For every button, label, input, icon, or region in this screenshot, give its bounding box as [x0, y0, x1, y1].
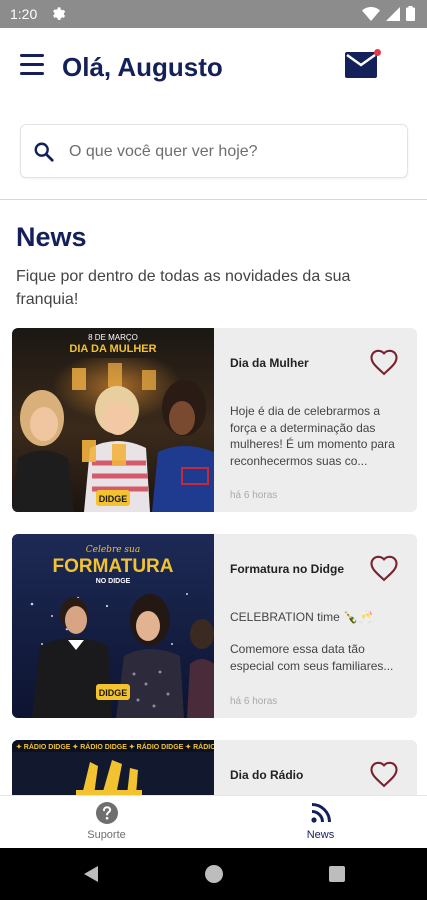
wifi-icon [362, 6, 380, 21]
section-subtitle: Fique por dentro de todas as novidades d… [16, 268, 351, 308]
news-card[interactable]: Celebre sua FORMATURA NO DIDGE DIDGE For… [12, 534, 417, 718]
banner-title: FORMATURA [52, 556, 173, 577]
nav-label-suporte: Suporte [87, 829, 126, 841]
greeting-title: Olá, Augusto [62, 52, 223, 82]
help-circle-icon [95, 802, 118, 824]
recent-apps-square-icon[interactable] [329, 866, 345, 882]
didge-logo: DIDGE [99, 688, 128, 698]
home-circle-icon[interactable] [205, 865, 223, 883]
bottom-navigation: Suporte News [0, 795, 427, 848]
nav-item-suporte[interactable]: Suporte [0, 796, 213, 849]
search-box[interactable] [20, 124, 408, 178]
mail-notification-button[interactable] [345, 49, 381, 78]
heart-icon[interactable] [369, 760, 399, 788]
nav-label-news: News [306, 829, 335, 841]
hamburger-menu-icon[interactable] [20, 54, 44, 76]
banner-script: Celebre sua [86, 545, 140, 555]
banner-strip: ✦ RÁDIO DIDGE ✦ RÁDIO DIDGE ✦ RÁDIO DIDG… [16, 742, 214, 751]
section-title: News [16, 222, 87, 252]
news-title: Dia da Mulher [230, 356, 309, 370]
notification-dot [374, 49, 381, 56]
header-divider [0, 199, 427, 200]
didge-logo: DIDGE [99, 494, 128, 504]
news-title: Formatura no Didge [230, 562, 345, 576]
battery-icon [406, 6, 415, 21]
search-input[interactable] [69, 135, 389, 169]
search-icon [34, 142, 54, 162]
news-time: há 6 horas [230, 490, 278, 501]
news-image-dia-da-mulher: DIDGE 8 DE MARÇO DIA DA MULHER [12, 328, 214, 512]
rss-feed-icon [310, 803, 331, 823]
status-bar: 1:20 [0, 0, 427, 28]
cell-signal-icon [386, 6, 400, 21]
system-navigation-bar [0, 848, 427, 900]
news-body: Comemore essa data tão especial com seus… [230, 642, 394, 673]
banner-date: 8 DE MARÇO [88, 333, 138, 342]
status-time: 1:20 [10, 6, 38, 22]
heart-icon[interactable] [369, 554, 399, 582]
banner-subtitle: NO DIDGE [96, 578, 131, 585]
settings-gear-icon [53, 7, 66, 20]
app-header: Olá, Augusto [0, 28, 427, 110]
news-body: CELEBRATION time 🍾🥂 [230, 610, 374, 624]
news-time: há 6 horas [230, 696, 278, 707]
envelope-icon [345, 52, 377, 78]
status-icons [362, 6, 415, 21]
heart-icon[interactable] [369, 348, 399, 376]
news-title: Dia do Rádio [230, 768, 304, 782]
nav-item-news[interactable]: News [214, 796, 427, 849]
news-image-formatura: Celebre sua FORMATURA NO DIDGE DIDGE [12, 534, 214, 718]
banner-title: DIA DA MULHER [69, 343, 156, 355]
news-body: Hoje é dia de celebrarmos a força e a de… [230, 404, 395, 468]
back-triangle-icon[interactable] [82, 865, 100, 883]
news-card[interactable]: DIDGE 8 DE MARÇO DIA DA MULHER Dia da Mu… [12, 328, 417, 512]
